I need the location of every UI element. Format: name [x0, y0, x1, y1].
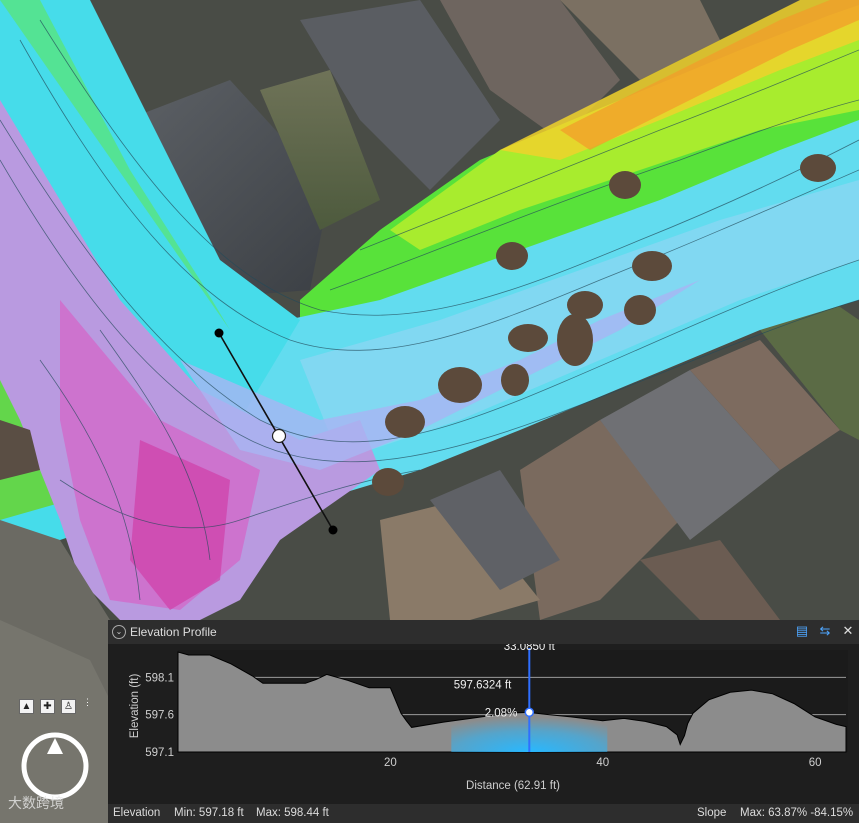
x-tick-label: 20: [384, 757, 397, 769]
cursor-point[interactable]: [524, 707, 535, 718]
y-tick-label: 598.1: [145, 672, 174, 684]
options-icon[interactable]: ⋮: [83, 697, 95, 709]
walk-mode-icon[interactable]: ♙: [61, 699, 76, 714]
profile-cursor-marker[interactable]: [271, 428, 287, 444]
cursor-distance-label: 33.0850 ft: [504, 644, 556, 653]
status-slope-label: Slope: [697, 807, 727, 819]
swap-direction-icon[interactable]: ⇆: [817, 623, 833, 639]
panel-title: Elevation Profile: [130, 625, 217, 639]
x-tick-label: 40: [596, 757, 609, 769]
watermark: 大数跨境: [8, 795, 64, 811]
y-axis-label: Elevation (ft): [129, 674, 141, 739]
elevation-profile-chart[interactable]: 33.0850 ft 597.6324 ft 2.08% 597.1 597.6 5…: [108, 644, 859, 804]
pan-up-icon[interactable]: ▲: [19, 699, 34, 714]
full-extent-icon[interactable]: ✚: [40, 699, 55, 714]
elevation-profile-panel: ⌄ Elevation Profile ▤ ⇆ ✕ 33.0850 ft 597…: [108, 620, 859, 804]
status-max-elevation: Max: 598.44 ft: [256, 807, 329, 819]
x-tick-label: 60: [809, 757, 822, 769]
profile-end-point[interactable]: [328, 525, 338, 535]
close-icon[interactable]: ✕: [840, 623, 856, 639]
y-tick-label: 597.6: [145, 710, 174, 722]
cursor-elevation-label: 597.6324 ft: [454, 680, 512, 692]
cursor-slope-label: 2.08%: [485, 707, 518, 719]
y-tick-label: 597.1: [145, 747, 174, 759]
collapse-chevron-icon[interactable]: ⌄: [112, 625, 126, 639]
status-slope-values: Max: 63.87% -84.15%: [740, 807, 854, 819]
status-elevation-label: Elevation: [113, 807, 161, 819]
status-bar: Elevation Min: 597.18 ft Max: 598.44 ft …: [108, 804, 859, 823]
profile-start-point[interactable]: [214, 328, 224, 338]
x-axis-label: Distance (62.91 ft): [466, 780, 560, 792]
status-min-elevation: Min: 597.18 ft: [174, 807, 244, 819]
chart-options-icon[interactable]: ▤: [794, 623, 810, 639]
panel-header: ⌄ Elevation Profile ▤ ⇆ ✕: [108, 620, 859, 644]
